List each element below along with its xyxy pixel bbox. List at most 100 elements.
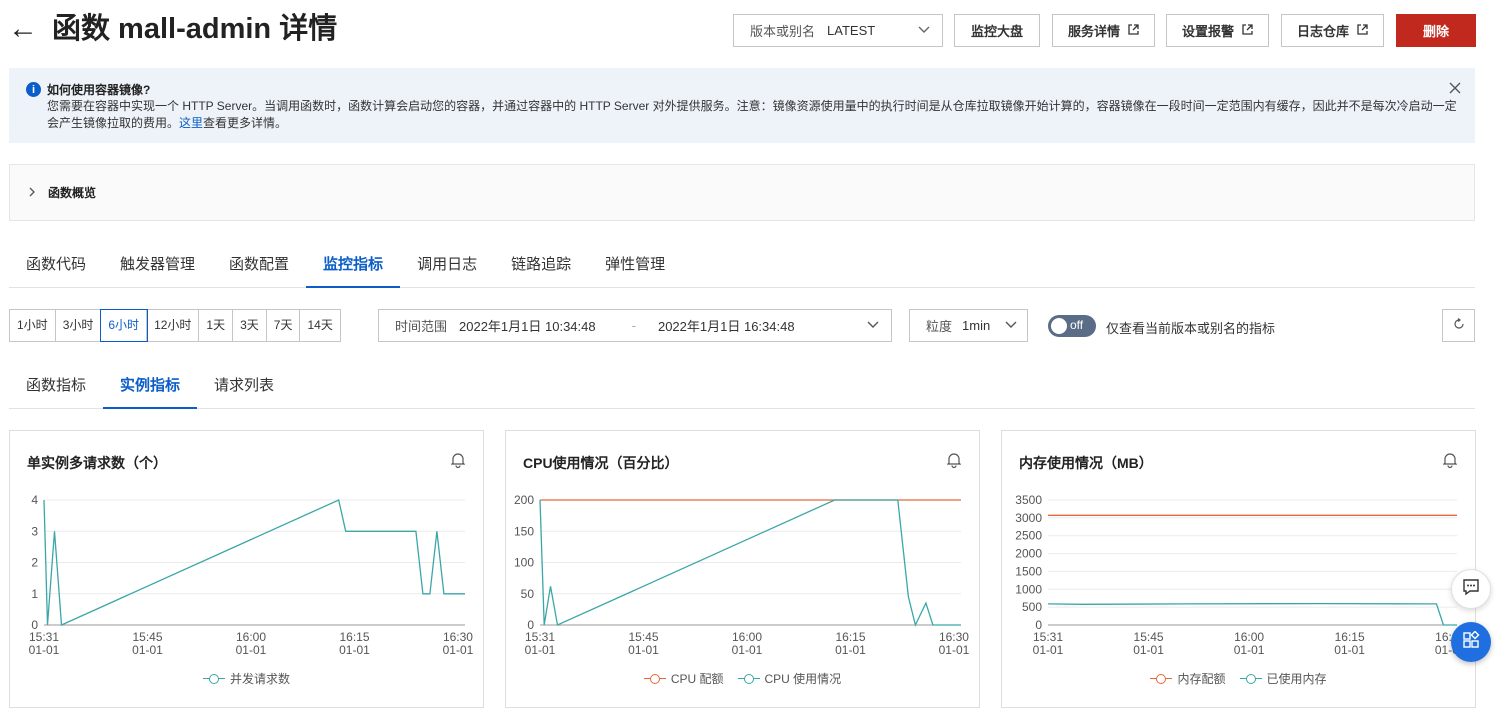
- tab-item[interactable]: 监控指标: [306, 243, 401, 288]
- tab-item[interactable]: 链路追踪: [494, 243, 588, 288]
- metric-subtabs: 函数指标 实例指标 请求列表: [9, 366, 1475, 409]
- tab-item[interactable]: 函数配置: [212, 243, 306, 288]
- x-tick-label: 16:30: [939, 630, 969, 644]
- time-range-start: 2022年1月1日 10:34:48: [459, 319, 596, 334]
- time-range-option[interactable]: 3天: [233, 310, 267, 341]
- dashboard-button-label: 监控大盘: [970, 24, 1023, 39]
- back-arrow-icon[interactable]: ←: [8, 14, 38, 44]
- alarm-button-label: 设置报警: [1181, 24, 1234, 39]
- x-tick-sublabel: 01-01: [1033, 643, 1064, 657]
- tab-item[interactable]: 弹性管理: [588, 243, 682, 288]
- subtab-item[interactable]: 函数指标: [9, 366, 103, 409]
- notice-more-link[interactable]: 这里: [179, 116, 203, 130]
- x-tick-label: 15:31: [29, 630, 59, 644]
- tab-item[interactable]: 函数代码: [9, 243, 103, 288]
- y-tick-label: 500: [1022, 600, 1042, 614]
- legend-item[interactable]: 并发请求数: [202, 670, 290, 687]
- chart-legend: 并发请求数: [10, 670, 483, 687]
- legend-marker: [202, 673, 225, 684]
- log-store-button-label: 日志仓库: [1296, 24, 1349, 39]
- log-store-button[interactable]: 日志仓库: [1281, 14, 1384, 47]
- x-tick-label: 16:00: [236, 630, 266, 644]
- time-range-separator: -: [631, 318, 636, 333]
- y-tick-label: 1: [31, 587, 38, 601]
- tab-item[interactable]: 触发器管理: [103, 243, 212, 288]
- x-tick-sublabel: 01-01: [236, 643, 267, 657]
- y-tick-label: 150: [514, 524, 534, 538]
- x-tick-sublabel: 01-01: [29, 643, 60, 657]
- y-tick-label: 50: [521, 587, 535, 601]
- version-filter-label: 仅查看当前版本或别名的指标: [1106, 321, 1276, 336]
- x-tick-sublabel: 01-01: [939, 643, 970, 657]
- y-tick-label: 2500: [1015, 529, 1042, 543]
- x-tick-label: 15:45: [1134, 630, 1164, 644]
- notice-link-suffix: 查看更多详情。: [203, 116, 288, 130]
- service-detail-button[interactable]: 服务详情: [1052, 14, 1155, 47]
- toggle-knob: [1051, 318, 1067, 334]
- notice-title: 如何使用容器镜像?: [47, 83, 151, 97]
- y-tick-label: 2000: [1015, 547, 1042, 561]
- delete-button[interactable]: 删除: [1396, 14, 1476, 47]
- chat-icon: [1462, 578, 1480, 601]
- x-tick-label: 16:15: [339, 630, 369, 644]
- info-icon: i: [26, 82, 41, 97]
- time-range-option[interactable]: 1天: [199, 310, 234, 341]
- delete-button-label: 删除: [1422, 24, 1449, 39]
- x-tick-sublabel: 01-01: [1234, 643, 1265, 657]
- x-tick-sublabel: 01-01: [1133, 643, 1164, 657]
- apps-button[interactable]: [1451, 622, 1491, 662]
- time-range-option[interactable]: 14天: [300, 310, 339, 341]
- granularity-select[interactable]: 粒度 1min: [909, 309, 1028, 342]
- legend-label: 已使用内存: [1266, 672, 1327, 686]
- time-range-option[interactable]: 7天: [267, 310, 301, 341]
- y-tick-label: 200: [514, 493, 534, 507]
- alarm-button[interactable]: 设置报警: [1166, 14, 1269, 47]
- y-tick-label: 3000: [1015, 511, 1042, 525]
- time-range-option[interactable]: 12小时: [147, 310, 200, 341]
- time-range-picker[interactable]: 时间范围 2022年1月1日 10:34:48 - 2022年1月1日 16:3…: [378, 309, 892, 342]
- x-tick-sublabel: 01-01: [835, 643, 866, 657]
- legend-item[interactable]: 已使用内存: [1239, 670, 1327, 687]
- chevron-down-icon: [1005, 318, 1017, 333]
- time-range-option[interactable]: 3小时: [56, 310, 102, 341]
- subtab-item[interactable]: 请求列表: [197, 366, 291, 409]
- y-tick-label: 1500: [1015, 564, 1042, 578]
- chart-card-memory: 内存使用情况（MB） 0 500 1000 1500 2000 2500 3000 3500 1…: [1001, 430, 1476, 708]
- feedback-button[interactable]: [1451, 569, 1491, 609]
- y-tick-label: 3500: [1015, 493, 1042, 507]
- notice-body: 您需要在容器中实现一个 HTTP Server。当调用函数时，函数计算会启动您的…: [47, 98, 1457, 132]
- time-range-option[interactable]: 6小时: [100, 309, 149, 342]
- time-range-end: 2022年1月1日 16:34:48: [657, 319, 795, 334]
- tab-item[interactable]: 调用日志: [400, 243, 494, 288]
- legend-item[interactable]: CPU 使用情况: [737, 670, 841, 687]
- subtab-item[interactable]: 实例指标: [103, 366, 198, 409]
- legend-label: 内存配额: [1177, 672, 1226, 686]
- chart-card-requests: 单实例多请求数（个） 0 1 2 3 4 15:31 01-01 15:45 01-01 16:0…: [9, 430, 484, 708]
- granularity-label: 粒度: [926, 319, 953, 334]
- version-select[interactable]: 版本或别名 LATEST: [733, 14, 943, 47]
- time-range-option[interactable]: 1小时: [10, 310, 56, 341]
- time-range-group: 1小时 3小时 6小时 12小时 1天 3天 7天 14天: [9, 309, 341, 342]
- version-filter-toggle[interactable]: off: [1048, 315, 1096, 337]
- x-tick-label: 15:45: [628, 630, 658, 644]
- chart-plot: 050010001500200025003000350015:3101-0115…: [1015, 493, 1466, 657]
- x-tick-sublabel: 01-01: [132, 643, 163, 657]
- chevron-down-icon: [867, 318, 879, 333]
- apps-icon: [1462, 629, 1480, 654]
- dashboard-button[interactable]: 监控大盘: [954, 14, 1040, 47]
- main-tabs: 函数代码 触发器管理 函数配置 监控指标 调用日志 链路追踪 弹性管理: [9, 243, 1475, 288]
- legend-item[interactable]: 内存配额: [1150, 670, 1226, 687]
- legend-marker: [1150, 673, 1173, 684]
- legend-item[interactable]: CPU 配额: [643, 670, 724, 687]
- version-select-value: LATEST: [827, 23, 876, 38]
- x-tick-sublabel: 01-01: [443, 643, 474, 657]
- close-icon[interactable]: [1449, 78, 1461, 99]
- refresh-button[interactable]: [1442, 309, 1475, 342]
- chart-plot: 0123415:3101-0115:4501-0116:0001-0116:15…: [29, 493, 474, 657]
- x-tick-label: 16:00: [1234, 630, 1264, 644]
- x-tick-sublabel: 01-01: [628, 643, 659, 657]
- function-overview-panel[interactable]: 函数概览: [9, 164, 1475, 221]
- chevron-right-icon: [28, 186, 36, 200]
- legend-label: CPU 配额: [670, 672, 724, 686]
- granularity-value: 1min: [962, 318, 991, 333]
